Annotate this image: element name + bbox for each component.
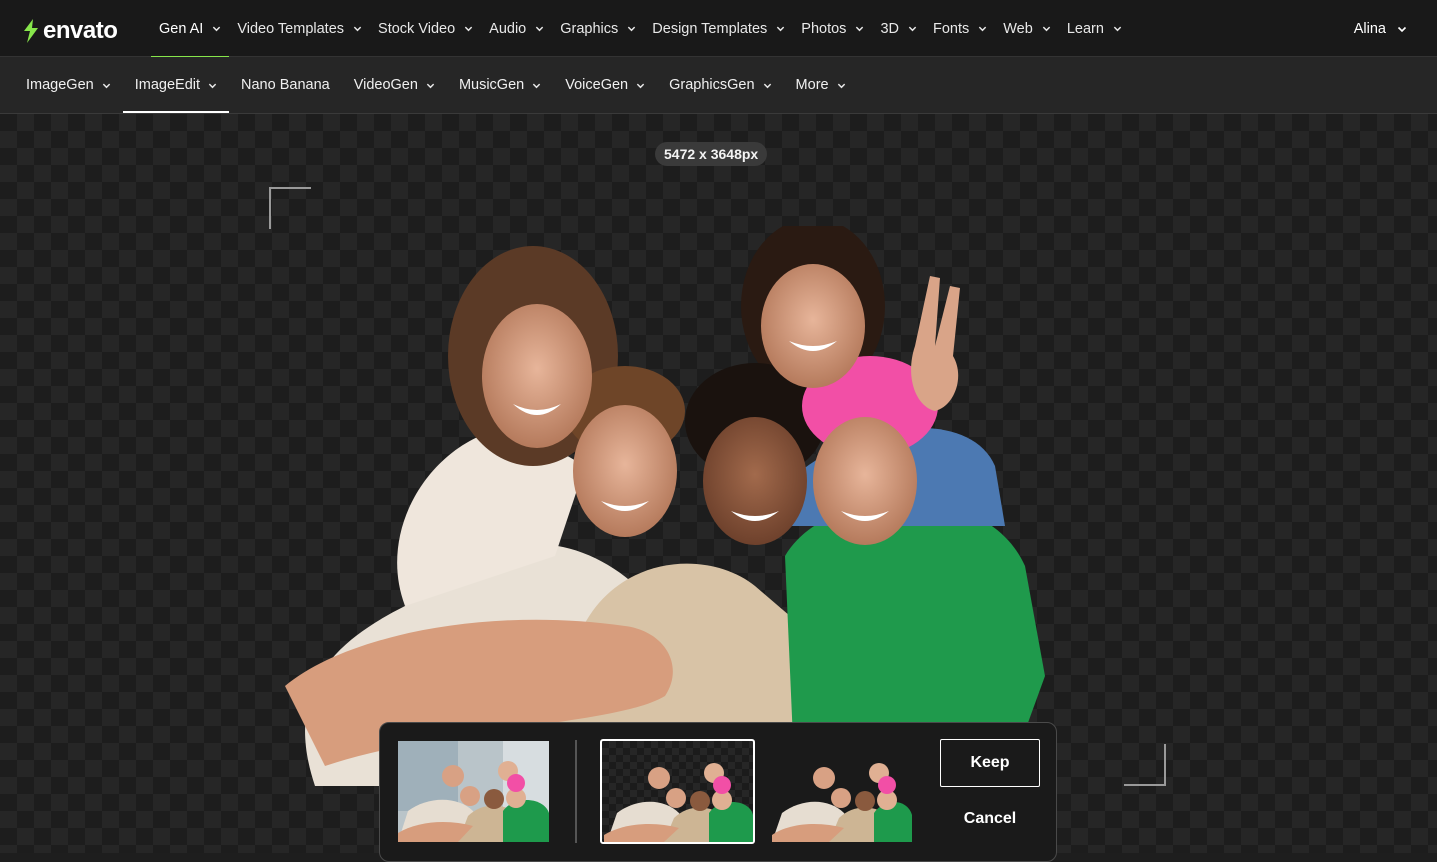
category-audio[interactable]: Audio: [481, 0, 552, 57]
tool-label: Nano Banana: [241, 77, 330, 93]
category-label: 3D: [880, 20, 899, 37]
chevron-down-icon: [1042, 26, 1050, 32]
thumbnail-divider: [575, 740, 577, 843]
original-image-thumbnail[interactable]: [398, 741, 549, 842]
tool-label: VideoGen: [353, 77, 418, 93]
chevron-down-icon: [1397, 26, 1407, 32]
gen-ai-tools-navigation: ImageGen ImageEdit Nano Banana VideoGen Musi…: [0, 57, 1437, 114]
chevron-down-icon: [837, 83, 845, 88]
category-learn[interactable]: Learn: [1059, 0, 1130, 57]
chevron-down-icon: [536, 26, 544, 32]
chevron-down-icon: [979, 26, 987, 32]
category-label: Design Templates: [652, 20, 768, 37]
chevron-down-icon: [908, 26, 917, 32]
alternate-result-thumbnail[interactable]: [772, 741, 912, 842]
crop-handle-bottom-right[interactable]: [1124, 744, 1166, 786]
category-label: Audio: [489, 20, 527, 37]
chevron-down-icon: [777, 26, 785, 32]
category-stock-video[interactable]: Stock Video: [370, 0, 481, 57]
tool-musicgen[interactable]: MusicGen: [451, 57, 549, 113]
category-video-templates[interactable]: Video Templates: [229, 0, 370, 57]
chevron-down-icon: [1113, 26, 1122, 32]
main-category-menu: Gen AI Video Templates Stock Video Audio Gra…: [151, 0, 1130, 58]
chevron-down-icon: [353, 26, 362, 32]
tool-menu: ImageGen ImageEdit Nano Banana VideoGen Musi…: [18, 57, 862, 113]
category-photos[interactable]: Photos: [793, 0, 872, 57]
crop-handle-top-left[interactable]: [269, 187, 311, 229]
tool-label: ImageEdit: [134, 77, 201, 93]
edit-result-panel: Keep Cancel: [379, 722, 1057, 862]
chevron-down-icon: [856, 26, 864, 32]
tool-graphicsgen[interactable]: GraphicsGen: [661, 57, 779, 113]
chevron-down-icon: [208, 83, 217, 88]
chevron-down-icon: [426, 83, 435, 88]
chevron-down-icon: [628, 26, 636, 32]
tool-label: GraphicsGen: [669, 77, 755, 93]
chevron-down-icon: [213, 26, 221, 32]
tool-voicegen[interactable]: VoiceGen: [557, 57, 653, 113]
tool-label: VoiceGen: [565, 77, 629, 93]
chevron-down-icon: [636, 83, 645, 88]
envato-leaf-icon: [24, 19, 38, 43]
tool-nano-banana[interactable]: Nano Banana: [233, 57, 338, 113]
category-label: Video Templates: [237, 20, 345, 37]
background-removed-thumbnail-selected[interactable]: [600, 739, 755, 844]
tool-imagegen[interactable]: ImageGen: [18, 57, 119, 113]
tool-imageedit[interactable]: ImageEdit: [122, 57, 230, 113]
alternate-result-preview: [772, 763, 912, 842]
category-label: Graphics: [560, 20, 619, 37]
category-graphics[interactable]: Graphics: [552, 0, 644, 57]
category-label: Learn: [1066, 20, 1104, 37]
user-menu[interactable]: Alina: [1354, 0, 1407, 57]
tool-label: ImageGen: [26, 77, 94, 93]
cancel-button[interactable]: Cancel: [940, 795, 1040, 843]
category-3d[interactable]: 3D: [872, 0, 925, 57]
original-photo-preview: [398, 741, 549, 842]
top-navigation: envato Gen AI Video Templates Stock Video A…: [0, 0, 1437, 58]
envato-logo[interactable]: envato: [22, 17, 118, 45]
category-label: Photos: [801, 20, 847, 37]
chevron-down-icon: [102, 83, 110, 88]
tool-videogen[interactable]: VideoGen: [346, 57, 443, 113]
category-label: Gen AI: [159, 20, 204, 37]
category-gen-ai[interactable]: Gen AI: [151, 0, 230, 58]
category-label: Web: [1003, 20, 1033, 37]
image-dimensions-badge: 5472 x 3648px: [655, 142, 768, 166]
chevron-down-icon: [533, 83, 541, 88]
selected-result-preview: [604, 763, 753, 842]
tool-label: More: [795, 77, 829, 93]
edited-image-subject: [285, 226, 1045, 786]
chevron-down-icon: [464, 26, 473, 32]
tool-label: MusicGen: [458, 77, 525, 93]
keep-button[interactable]: Keep: [940, 739, 1040, 787]
category-fonts[interactable]: Fonts: [925, 0, 995, 57]
category-label: Fonts: [932, 20, 970, 37]
brand-name: envato: [43, 17, 118, 44]
category-label: Stock Video: [378, 20, 456, 37]
category-web[interactable]: Web: [995, 0, 1059, 57]
category-design-templates[interactable]: Design Templates: [644, 0, 793, 57]
tool-more[interactable]: More: [788, 57, 854, 113]
chevron-down-icon: [763, 83, 771, 88]
user-name: Alina: [1353, 20, 1386, 37]
